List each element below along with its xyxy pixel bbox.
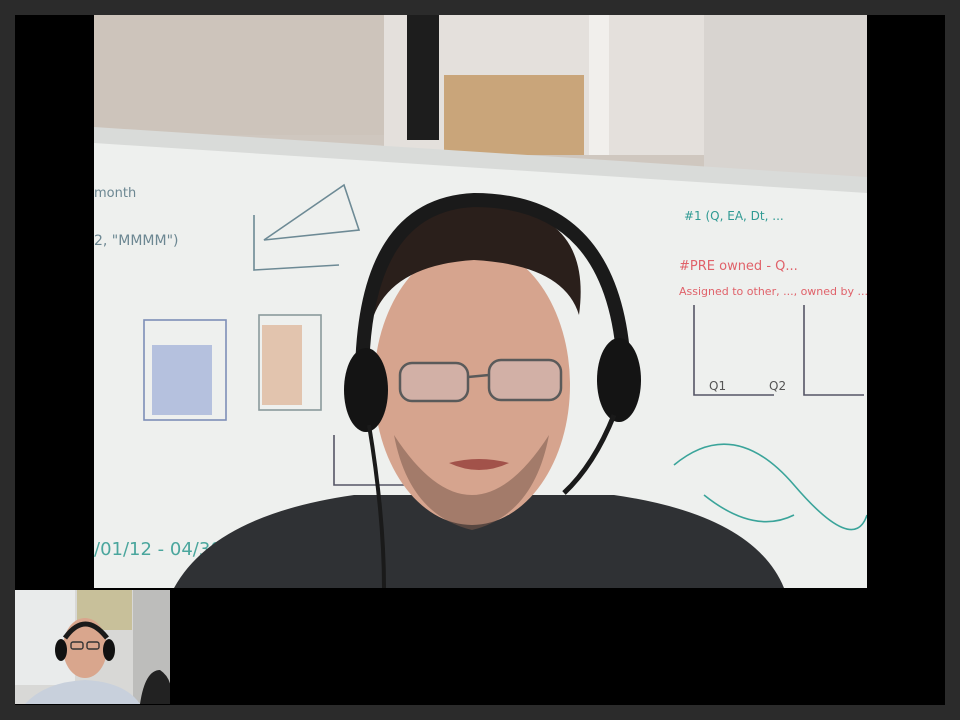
wb-text-right-red-1: #PRE owned - Q... xyxy=(679,259,798,274)
call-stage: month 2, "MMMM") #1 (Q, EA, Dt, ... #PRE… xyxy=(15,15,945,705)
wb-text-left-top: month xyxy=(94,186,136,201)
whiteboard-fills xyxy=(262,325,302,405)
self-earcup-right xyxy=(103,639,115,661)
self-earcup-left xyxy=(55,639,67,661)
self-view-frame xyxy=(15,590,170,704)
wb-text-right-red-2: Assigned to other, ..., owned by ... xyxy=(679,285,867,298)
wb-text-left-format: 2, "MMMM") xyxy=(94,233,178,249)
door-hinge xyxy=(407,15,439,140)
video-call-window: month 2, "MMMM") #1 (Q, EA, Dt, ... #PRE… xyxy=(0,0,960,720)
wb-text-q1: Q1 xyxy=(709,379,726,393)
wb-text-right-top: #1 (Q, EA, Dt, ... xyxy=(684,209,784,223)
remote-video-frame: month 2, "MMMM") #1 (Q, EA, Dt, ... #PRE… xyxy=(94,15,867,588)
wall-left xyxy=(94,15,384,135)
wall-right xyxy=(704,15,867,190)
whiteboard-fills-blue xyxy=(152,345,212,415)
window-frame xyxy=(589,15,609,155)
remote-participant-video[interactable]: month 2, "MMMM") #1 (Q, EA, Dt, ... #PRE… xyxy=(94,15,867,588)
wb-text-q2: Q2 xyxy=(769,379,786,393)
window-cabinet xyxy=(444,75,584,155)
self-view-video[interactable] xyxy=(15,590,170,704)
self-face xyxy=(63,618,107,678)
